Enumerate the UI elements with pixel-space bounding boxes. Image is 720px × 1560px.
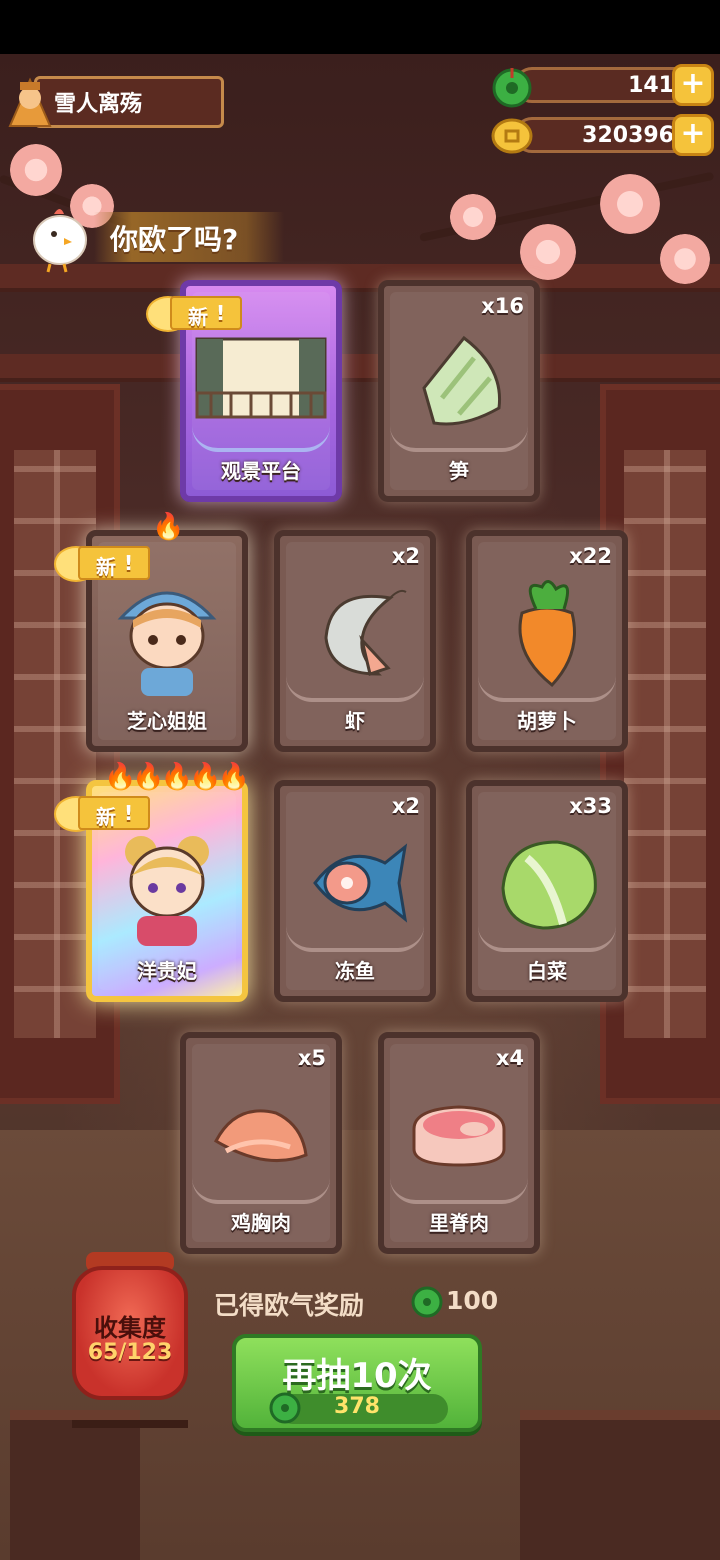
blossom: [450, 194, 496, 240]
luck-reward: 已得欧气奖励 100: [214, 1284, 514, 1320]
jade-coin-icon: [411, 1286, 443, 1318]
player-avatar-icon: [8, 77, 52, 127]
card-count: x22: [569, 544, 612, 568]
girl-character-icon: [117, 591, 217, 696]
coin-amount: 320396: [582, 123, 674, 148]
card-name: 观景平台: [221, 459, 301, 483]
card-name: 冻鱼: [335, 959, 375, 983]
player-badge[interactable]: 雪人离殇: [4, 72, 224, 130]
card-count: x4: [495, 1046, 524, 1070]
reward-card[interactable]: x2 虾: [274, 530, 436, 752]
card-name: 里脊肉: [429, 1211, 489, 1235]
blossom: [520, 224, 576, 280]
collection-title: 收集度: [94, 1314, 166, 1342]
reward-card[interactable]: x4 里脊肉: [378, 1032, 540, 1254]
new-label: 新: [96, 805, 116, 829]
card-name: 鸡胸肉: [231, 1211, 291, 1235]
card-count: x2: [391, 544, 420, 568]
tenderloin-icon: [412, 1105, 506, 1167]
jade-coin-icon: [492, 68, 532, 108]
lucky-header: 你欧了吗?: [24, 198, 284, 278]
ceiling-beam: [0, 354, 720, 382]
player-name: 雪人离殇: [54, 92, 143, 117]
card-count: x16: [481, 294, 524, 318]
blossom: [10, 144, 62, 196]
fence-post: [10, 1410, 140, 1560]
card-count: x5: [297, 1046, 326, 1070]
new-badge: 新!: [146, 290, 246, 336]
card-count: x2: [391, 794, 420, 818]
jade-currency: 141 +: [490, 64, 714, 108]
viewing-platform-icon: [195, 337, 327, 419]
cabbage-icon: [501, 840, 597, 930]
add-jade-button[interactable]: +: [672, 64, 714, 106]
card-name: 虾: [345, 709, 365, 733]
blossom: [660, 234, 710, 284]
draw-cost: 378: [334, 1394, 380, 1419]
reward-card[interactable]: x22 胡萝卜: [466, 530, 628, 752]
reward-card[interactable]: x16 笋: [378, 280, 540, 502]
frozen-fish-icon: [313, 842, 408, 923]
card-name: 洋贵妃: [137, 959, 197, 983]
gold-coin-icon: [491, 118, 533, 154]
card-count: x33: [569, 794, 612, 818]
card-name: 胡萝卜: [517, 709, 577, 733]
coin-currency: 320396 +: [490, 114, 714, 156]
chicken-breast-icon: [214, 1109, 308, 1162]
card-name: 白菜: [527, 959, 567, 983]
reward-card[interactable]: x2 冻鱼: [274, 780, 436, 1002]
reward-value: 100: [446, 1286, 499, 1315]
carrot-icon: [518, 579, 576, 687]
new-label: 新: [188, 305, 208, 329]
fire-icon: 🔥: [152, 512, 185, 542]
consort-character-icon: [125, 835, 209, 946]
card-name: 笋: [449, 459, 469, 483]
bamboo-shoot-icon: [422, 335, 502, 426]
fence-post: [520, 1410, 720, 1560]
card-name: 芝心姐姐: [127, 709, 207, 733]
add-coins-button[interactable]: +: [672, 114, 714, 156]
chick-mascot-icon: [33, 209, 87, 273]
reward-text: 已得欧气奖励: [214, 1291, 365, 1320]
new-badge: 新!: [54, 540, 154, 586]
draw-again-button[interactable]: 再抽10次 378: [232, 1334, 482, 1432]
collection-value: 65/123: [87, 1340, 173, 1365]
new-label: 新: [96, 555, 116, 579]
fire-icon: 🔥🔥🔥🔥🔥: [104, 762, 250, 792]
new-badge: 新!: [54, 790, 154, 836]
reward-card[interactable]: x33 白菜: [466, 780, 628, 1002]
collection-lantern[interactable]: 收集度 65/123: [66, 1252, 194, 1428]
reward-card[interactable]: x5 鸡胸肉: [180, 1032, 342, 1254]
shrimp-icon: [324, 589, 407, 676]
jade-amount: 141: [628, 73, 674, 98]
blossom: [600, 174, 660, 234]
header-title: 你欧了吗?: [110, 223, 239, 256]
